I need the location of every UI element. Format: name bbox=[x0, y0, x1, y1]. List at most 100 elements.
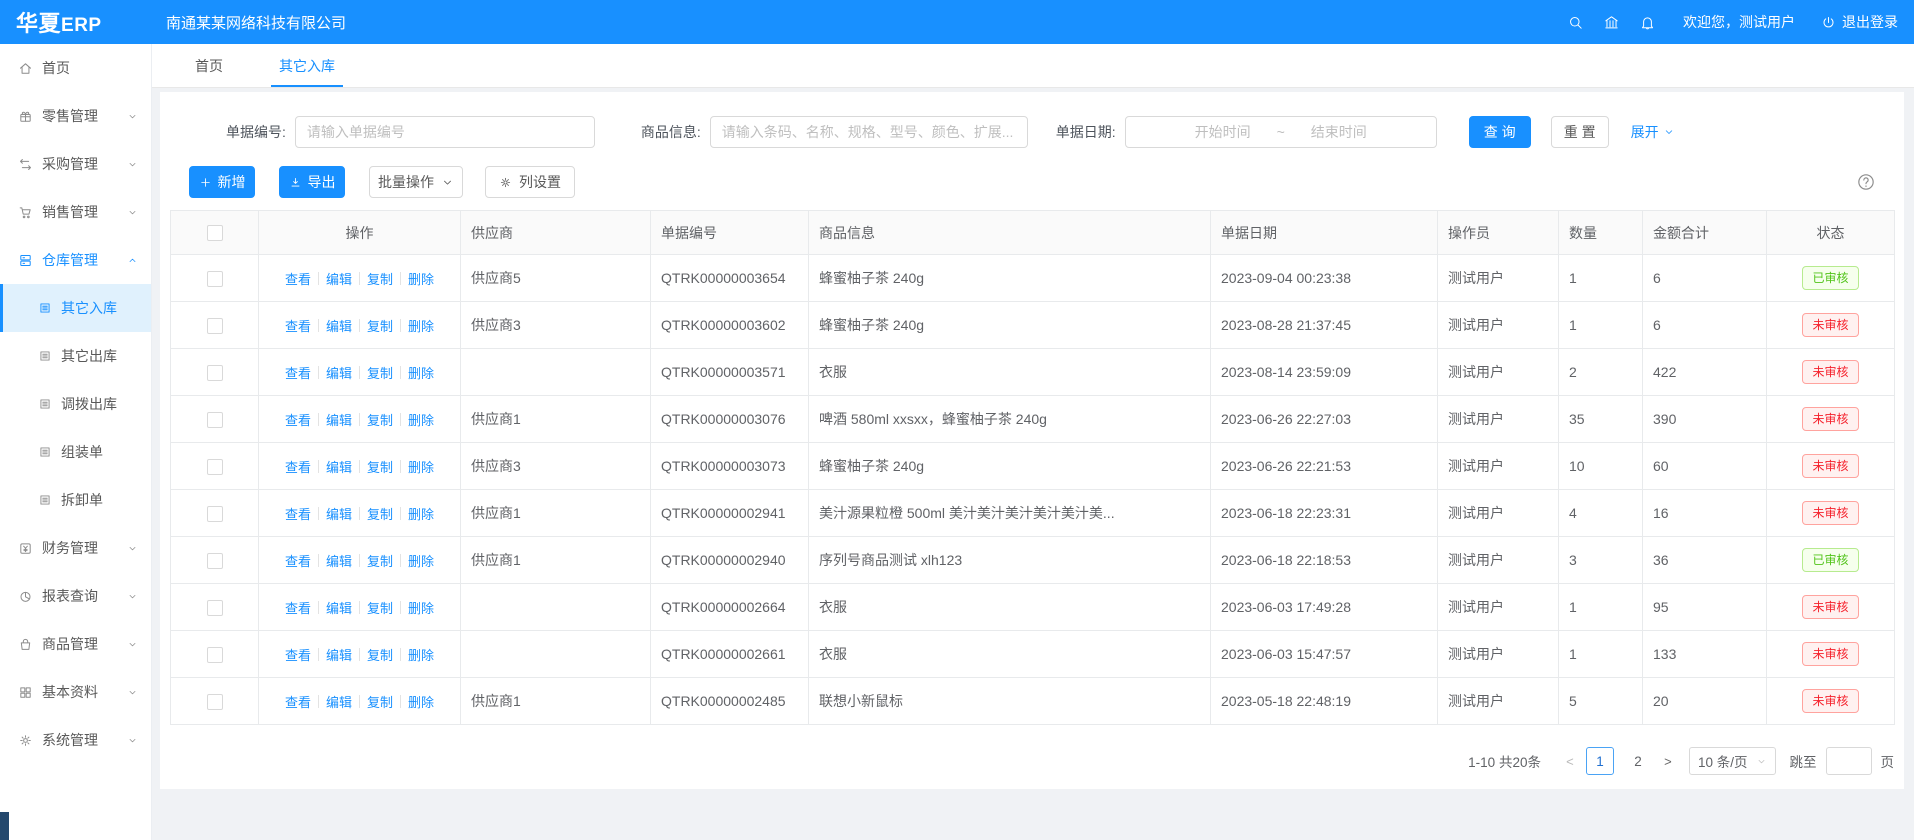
row-action-delete[interactable]: 删除 bbox=[408, 363, 434, 382]
row-action-copy[interactable]: 复制 bbox=[367, 504, 393, 523]
sidebar-item-5[interactable]: 其它入库 bbox=[0, 284, 151, 332]
row-action-delete[interactable]: 删除 bbox=[408, 504, 434, 523]
row-checkbox[interactable] bbox=[207, 318, 223, 334]
tab-other-inbound[interactable]: 其它入库 bbox=[279, 44, 335, 87]
sidebar-item-7[interactable]: 调拨出库 bbox=[0, 380, 151, 428]
row-action-view[interactable]: 查看 bbox=[285, 645, 311, 664]
sidebar-item-1[interactable]: 零售管理 bbox=[0, 92, 151, 140]
prev-page-button[interactable]: < bbox=[1559, 754, 1581, 769]
row-action-delete[interactable]: 删除 bbox=[408, 457, 434, 476]
row-action-edit[interactable]: 编辑 bbox=[326, 316, 352, 335]
row-action-edit[interactable]: 编辑 bbox=[326, 457, 352, 476]
sidebar-scroll-thumb[interactable] bbox=[0, 812, 9, 840]
date-range-picker[interactable]: 开始时间 ~ 结束时间 bbox=[1125, 116, 1437, 148]
export-button[interactable]: 导出 bbox=[279, 166, 345, 198]
sidebar-item-3[interactable]: 销售管理 bbox=[0, 188, 151, 236]
sidebar-item-9[interactable]: 拆卸单 bbox=[0, 476, 151, 524]
row-action-view[interactable]: 查看 bbox=[285, 692, 311, 711]
page-size-select[interactable]: 10 条/页 bbox=[1689, 747, 1776, 775]
material-input[interactable] bbox=[710, 116, 1028, 148]
row-action-copy[interactable]: 复制 bbox=[367, 363, 393, 382]
row-action-delete[interactable]: 删除 bbox=[408, 410, 434, 429]
sidebar-item-11[interactable]: 报表查询 bbox=[0, 572, 151, 620]
row-action-delete[interactable]: 删除 bbox=[408, 316, 434, 335]
bill-no-input[interactable] bbox=[295, 116, 595, 148]
row-checkbox[interactable] bbox=[207, 271, 223, 287]
row-action-view[interactable]: 查看 bbox=[285, 598, 311, 617]
date-separator: ~ bbox=[1277, 124, 1285, 140]
row-action-view[interactable]: 查看 bbox=[285, 316, 311, 335]
search-submit-button[interactable]: 查 询 bbox=[1469, 116, 1531, 148]
operator-cell: 测试用户 bbox=[1438, 443, 1559, 490]
jump-to-page-input[interactable] bbox=[1826, 747, 1872, 775]
sidebar-item-12[interactable]: 商品管理 bbox=[0, 620, 151, 668]
row-checkbox[interactable] bbox=[207, 694, 223, 710]
row-checkbox[interactable] bbox=[207, 459, 223, 475]
row-checkbox[interactable] bbox=[207, 412, 223, 428]
actions-cell: 查看编辑复制删除 bbox=[259, 490, 461, 537]
action-separator bbox=[400, 319, 401, 332]
row-action-delete[interactable]: 删除 bbox=[408, 551, 434, 570]
table-row: 查看编辑复制删除QTRK00000002664衣服2023-06-03 17:4… bbox=[171, 584, 1895, 631]
total-cell: 95 bbox=[1643, 584, 1767, 631]
sidebar-item-2[interactable]: 采购管理 bbox=[0, 140, 151, 188]
row-action-delete[interactable]: 删除 bbox=[408, 692, 434, 711]
batch-actions-dropdown[interactable]: 批量操作 bbox=[369, 166, 463, 198]
page-number-1[interactable]: 1 bbox=[1586, 747, 1614, 775]
row-action-edit[interactable]: 编辑 bbox=[326, 692, 352, 711]
row-action-edit[interactable]: 编辑 bbox=[326, 410, 352, 429]
row-checkbox[interactable] bbox=[207, 600, 223, 616]
row-action-view[interactable]: 查看 bbox=[285, 363, 311, 382]
row-action-edit[interactable]: 编辑 bbox=[326, 269, 352, 288]
sidebar-item-13[interactable]: 基本资料 bbox=[0, 668, 151, 716]
sidebar-item-14[interactable]: 系统管理 bbox=[0, 716, 151, 764]
next-page-button[interactable]: > bbox=[1657, 754, 1679, 769]
app-logo: 华夏ERP bbox=[0, 6, 152, 38]
row-action-view[interactable]: 查看 bbox=[285, 269, 311, 288]
row-action-view[interactable]: 查看 bbox=[285, 504, 311, 523]
row-action-copy[interactable]: 复制 bbox=[367, 269, 393, 288]
sidebar-item-0[interactable]: 首页 bbox=[0, 44, 151, 92]
sidebar-item-8[interactable]: 组装单 bbox=[0, 428, 151, 476]
row-action-copy[interactable]: 复制 bbox=[367, 457, 393, 476]
notification-button[interactable] bbox=[1629, 0, 1665, 44]
row-action-edit[interactable]: 编辑 bbox=[326, 363, 352, 382]
row-action-delete[interactable]: 删除 bbox=[408, 269, 434, 288]
row-action-edit[interactable]: 编辑 bbox=[326, 551, 352, 570]
row-checkbox[interactable] bbox=[207, 553, 223, 569]
row-action-edit[interactable]: 编辑 bbox=[326, 598, 352, 617]
row-action-copy[interactable]: 复制 bbox=[367, 410, 393, 429]
actions-cell: 查看编辑复制删除 bbox=[259, 443, 461, 490]
column-settings-button[interactable]: 列设置 bbox=[485, 166, 575, 198]
add-button[interactable]: 新增 bbox=[189, 166, 255, 198]
select-all-checkbox[interactable] bbox=[207, 225, 223, 241]
bill-no-cell: QTRK00000003073 bbox=[651, 443, 809, 490]
row-action-copy[interactable]: 复制 bbox=[367, 598, 393, 617]
help-button[interactable] bbox=[1856, 172, 1876, 192]
search-button[interactable] bbox=[1557, 0, 1593, 44]
logout-button[interactable]: 退出登录 bbox=[1821, 12, 1898, 32]
sidebar-item-6[interactable]: 其它出库 bbox=[0, 332, 151, 380]
row-action-edit[interactable]: 编辑 bbox=[326, 645, 352, 664]
row-action-view[interactable]: 查看 bbox=[285, 457, 311, 476]
sidebar-item-10[interactable]: 财务管理 bbox=[0, 524, 151, 572]
page-number-2[interactable]: 2 bbox=[1624, 747, 1652, 775]
row-checkbox[interactable] bbox=[207, 506, 223, 522]
row-action-edit[interactable]: 编辑 bbox=[326, 504, 352, 523]
row-action-copy[interactable]: 复制 bbox=[367, 316, 393, 335]
row-action-delete[interactable]: 删除 bbox=[408, 598, 434, 617]
row-checkbox[interactable] bbox=[207, 647, 223, 663]
tab-home[interactable]: 首页 bbox=[195, 44, 223, 87]
reset-button[interactable]: 重 置 bbox=[1551, 116, 1609, 148]
platform-button[interactable] bbox=[1593, 0, 1629, 44]
row-action-copy[interactable]: 复制 bbox=[367, 645, 393, 664]
row-checkbox[interactable] bbox=[207, 365, 223, 381]
expand-filters-link[interactable]: 展开 bbox=[1631, 122, 1675, 142]
row-action-copy[interactable]: 复制 bbox=[367, 692, 393, 711]
row-action-view[interactable]: 查看 bbox=[285, 551, 311, 570]
row-action-copy[interactable]: 复制 bbox=[367, 551, 393, 570]
sidebar-item-4[interactable]: 仓库管理 bbox=[0, 236, 151, 284]
row-action-delete[interactable]: 删除 bbox=[408, 645, 434, 664]
bank-icon bbox=[1603, 14, 1620, 31]
row-action-view[interactable]: 查看 bbox=[285, 410, 311, 429]
